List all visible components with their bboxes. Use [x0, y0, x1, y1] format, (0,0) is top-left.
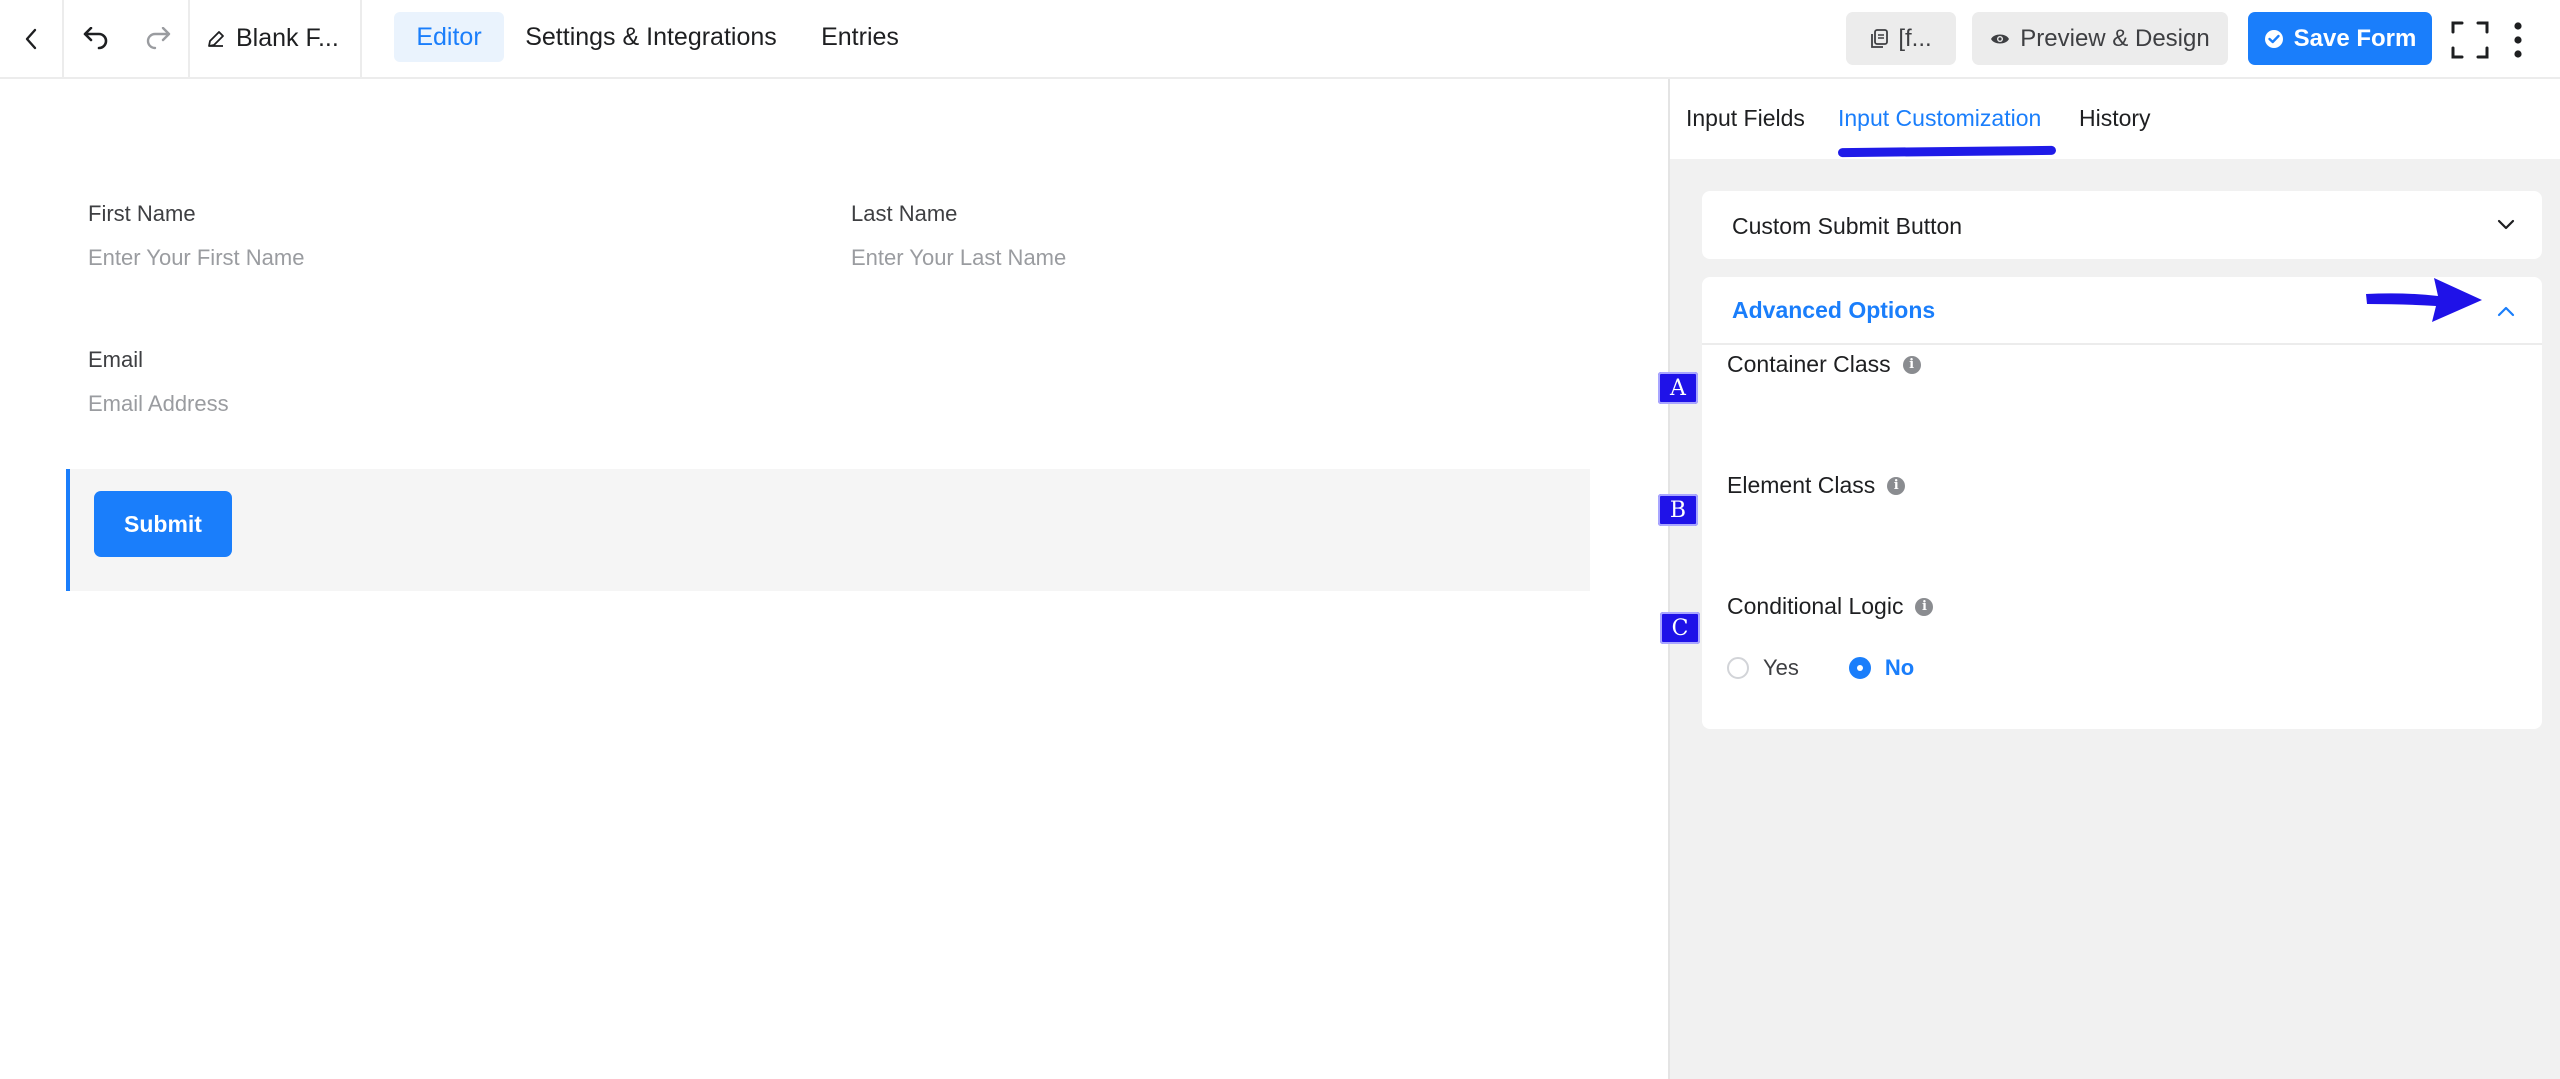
save-form-label: Save Form [2293, 24, 2417, 52]
tab-entries[interactable]: Entries [806, 12, 914, 62]
tab-input-fields[interactable]: Input Fields [1686, 105, 1805, 132]
first-name-input[interactable]: Enter Your First Name [88, 245, 304, 271]
annotation-marker-b: B [1658, 494, 1698, 526]
save-form-button[interactable]: Save Form [2248, 12, 2432, 65]
element-class-label: Element Class [1727, 472, 1876, 498]
email-input[interactable]: Email Address [88, 391, 229, 417]
settings-panel: Input Fields Input Customization History… [1668, 79, 2560, 1079]
shortcode-button[interactable]: [f... [1846, 12, 1956, 65]
first-name-label: First Name [88, 201, 196, 226]
annotation-underline [1837, 145, 2057, 158]
tab-settings-integrations[interactable]: Settings & Integrations [510, 12, 792, 62]
shortcode-label: [f... [1898, 24, 1932, 52]
undo-button[interactable] [64, 0, 128, 77]
eye-icon [1991, 34, 2010, 43]
preview-design-button[interactable]: Preview & Design [1972, 12, 2228, 65]
info-icon[interactable]: i [1902, 355, 1921, 374]
chevron-up-icon[interactable] [2496, 301, 2516, 321]
form-title[interactable]: Blank F... [190, 0, 362, 77]
email-label: Email [88, 347, 144, 372]
custom-submit-button-section[interactable]: Custom Submit Button [1702, 191, 2542, 259]
more-vertical-icon[interactable] [2508, 20, 2528, 60]
advanced-options-section: Advanced Options Container Class i Eleme… [1702, 277, 2542, 729]
radio-yes-circle[interactable] [1727, 657, 1749, 679]
submit-button[interactable]: Submit [94, 491, 232, 557]
undo-icon [83, 26, 108, 49]
conditional-logic-radio-group: Yes No [1727, 655, 1964, 681]
tab-input-customization[interactable]: Input Customization [1838, 105, 2041, 132]
container-class-label: Container Class [1727, 351, 1891, 377]
top-toolbar: Blank F... Editor Settings & Integration… [0, 0, 2560, 79]
container-class-option: Container Class i [1727, 351, 1921, 378]
custom-submit-button-title: Custom Submit Button [1732, 213, 1963, 239]
panel-tabs: Input Fields Input Customization History [1670, 79, 2560, 159]
submit-button-container[interactable]: Submit [66, 469, 1590, 591]
radio-yes-label: Yes [1763, 655, 1799, 680]
radio-yes[interactable]: Yes [1727, 655, 1799, 681]
pencil-icon [208, 30, 224, 47]
chevron-down-icon [2497, 219, 2515, 230]
last-name-input[interactable]: Enter Your Last Name [851, 245, 1066, 271]
chevron-left-icon [25, 28, 37, 49]
tab-history[interactable]: History [2079, 105, 2151, 132]
preview-design-label: Preview & Design [2020, 24, 2210, 52]
form-title-text: Blank F... [236, 24, 339, 52]
last-name-label: Last Name [851, 201, 958, 226]
radio-no[interactable]: No [1848, 655, 1915, 681]
back-button[interactable] [0, 0, 64, 77]
form-editor-canvas: First Name Enter Your First Name Last Na… [0, 79, 1668, 1079]
annotation-arrow-icon [2366, 278, 2482, 322]
section-divider [1702, 343, 2542, 345]
redo-icon [146, 26, 171, 49]
annotation-marker-a: A [1658, 372, 1698, 404]
tab-editor[interactable]: Editor [394, 12, 504, 62]
radio-no-label: No [1884, 655, 1915, 680]
check-circle-icon [2264, 29, 2283, 48]
annotation-marker-c: C [1660, 612, 1700, 644]
info-icon[interactable]: i [1887, 476, 1906, 495]
conditional-logic-option: Conditional Logic i [1727, 593, 1934, 620]
radio-no-circle[interactable] [1848, 657, 1871, 679]
advanced-options-title[interactable]: Advanced Options [1732, 297, 1935, 324]
info-icon[interactable]: i [1915, 597, 1934, 616]
fullscreen-icon[interactable] [2450, 20, 2490, 60]
element-class-option: Element Class i [1727, 472, 1906, 499]
conditional-logic-label: Conditional Logic [1727, 593, 1904, 619]
redo-button[interactable] [128, 0, 190, 77]
copy-icon [1871, 28, 1889, 48]
